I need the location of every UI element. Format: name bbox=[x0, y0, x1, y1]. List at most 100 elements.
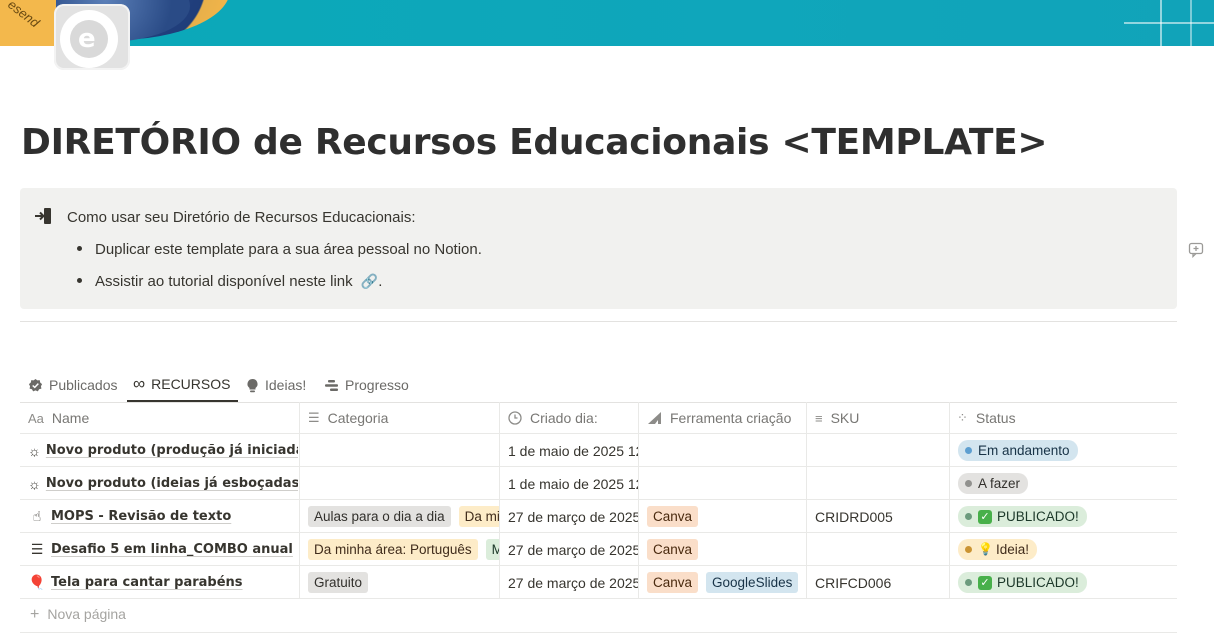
row-title[interactable]: MOPS - Revisão de texto bbox=[51, 509, 231, 524]
status-badge: 💡 Ideia! bbox=[958, 539, 1037, 560]
infinity-icon: ∞ bbox=[133, 374, 146, 393]
column-label: Ferramenta criação bbox=[670, 410, 792, 426]
link-icon[interactable]: 🔗 bbox=[361, 273, 378, 289]
row-title[interactable]: Novo produto (ideias já esboçadas) bbox=[46, 476, 298, 491]
cover-grid-line bbox=[1160, 0, 1162, 46]
status-icon: ⁘ bbox=[957, 410, 968, 425]
column-separator bbox=[638, 402, 639, 599]
table-cell-status[interactable]: ✓ PUBLICADO! bbox=[958, 566, 1173, 599]
table-row-name[interactable]: ☝ MOPS - Revisão de texto bbox=[28, 500, 298, 533]
table-cell-ferramenta[interactable]: Canva bbox=[647, 533, 806, 566]
bullet-dot bbox=[77, 277, 82, 283]
table-cell-categoria[interactable]: Aulas para o dia a dia Da minha área: Po… bbox=[308, 500, 499, 533]
sku-value: CRIDRD005 bbox=[815, 508, 893, 525]
category-tag: Gratuito bbox=[308, 572, 369, 593]
status-badge: A fazer bbox=[958, 473, 1029, 494]
tab-ideias[interactable]: Ideias! bbox=[246, 368, 306, 402]
bullet-text: Assistir ao tutorial disponível neste li… bbox=[95, 273, 353, 290]
table-cell-criado[interactable]: 1 de maio de 2025 12 bbox=[508, 467, 638, 500]
table-bottom-border bbox=[20, 632, 1177, 633]
status-label: PUBLICADO! bbox=[997, 509, 1079, 524]
callout-block[interactable]: Como usar seu Diretório de Recursos Educ… bbox=[20, 188, 1177, 309]
check-mark-icon: ✓ bbox=[978, 575, 992, 590]
column-separator bbox=[499, 402, 500, 599]
column-label: Status bbox=[975, 410, 1016, 426]
tab-publicados[interactable]: Publicados bbox=[28, 368, 118, 402]
column-label: Categoria bbox=[327, 410, 389, 426]
table-cell-ferramenta[interactable]: Canva bbox=[647, 500, 806, 533]
row-title[interactable]: Desafio 5 em linha_COMBO anual bbox=[51, 542, 293, 557]
new-page-label: Nova página bbox=[47, 606, 126, 622]
page-cover[interactable]: esend bbox=[0, 0, 1214, 46]
column-header-status[interactable]: ⁘ Status bbox=[957, 402, 1016, 434]
status-dot bbox=[965, 480, 972, 487]
column-header-sku[interactable]: ≡ SKU bbox=[815, 402, 859, 434]
tool-tag: Canva bbox=[647, 539, 699, 560]
page-icon[interactable]: e bbox=[54, 4, 130, 70]
column-header-categoria[interactable]: ☰ Categoria bbox=[308, 402, 388, 434]
cover-grid-line bbox=[1190, 0, 1192, 46]
bullet-text: Duplicar este template para a sua área p… bbox=[95, 241, 482, 258]
menu-lines-icon: ☰ bbox=[30, 541, 44, 557]
date-value: 1 de maio de 2025 12 bbox=[508, 475, 638, 492]
status-dot bbox=[965, 513, 972, 520]
table-row-name[interactable]: 🎈 Tela para cantar parabéns bbox=[28, 566, 298, 599]
new-page-button[interactable]: + Nova página bbox=[30, 606, 126, 624]
column-label: Name bbox=[51, 410, 90, 426]
tool-tag: GoogleSlides bbox=[706, 572, 799, 593]
badge-check-icon bbox=[28, 378, 43, 391]
status-label: Ideia! bbox=[995, 542, 1029, 557]
comment-icon[interactable] bbox=[1188, 242, 1204, 258]
lightbulb-outline-icon: ☼ bbox=[28, 475, 41, 492]
tool-tag: Canva bbox=[647, 506, 699, 527]
table-cell-status[interactable]: ✓ PUBLICADO! bbox=[958, 500, 1173, 533]
date-value: 27 de março de 2025 bbox=[508, 574, 638, 591]
category-tag: Aulas para o dia a dia bbox=[308, 506, 451, 527]
table-row-name[interactable]: ☼ Novo produto (produção já iniciada) bbox=[28, 434, 298, 467]
column-header-criado[interactable]: Criado dia: bbox=[508, 402, 598, 434]
table-cell-categoria[interactable]: Gratuito bbox=[308, 566, 499, 599]
status-badge: ✓ PUBLICADO! bbox=[958, 572, 1087, 593]
page-title[interactable]: DIRETÓRIO de Recursos Educacionais <TEMP… bbox=[21, 122, 1048, 163]
list-icon: ☰ bbox=[308, 410, 320, 425]
table-cell-sku[interactable]: CRIDRD005 bbox=[815, 500, 949, 533]
table-row-name[interactable]: ☰ Desafio 5 em linha_COMBO anual bbox=[28, 533, 298, 566]
status-badge: Em andamento bbox=[958, 440, 1078, 461]
text-property-icon: Aa bbox=[28, 410, 44, 426]
callout-bullet: Duplicar este template para a sua área p… bbox=[77, 241, 482, 258]
category-tag: Da minha área: Português bbox=[458, 506, 499, 527]
table-cell-criado[interactable]: 27 de março de 2025 bbox=[508, 566, 638, 599]
column-header-name[interactable]: Aa Name bbox=[28, 402, 89, 434]
date-value: 27 de março de 2025 bbox=[508, 541, 638, 558]
status-label: PUBLICADO! bbox=[997, 575, 1079, 590]
status-label: Em andamento bbox=[978, 443, 1070, 458]
check-mark-icon: ✓ bbox=[978, 509, 992, 524]
sku-value: CRIFCD006 bbox=[815, 574, 892, 591]
status-label: A fazer bbox=[978, 476, 1021, 491]
table-cell-ferramenta[interactable]: Canva GoogleSlides bbox=[647, 566, 806, 599]
table-cell-categoria[interactable]: Da minha área: Português Matemática bbox=[308, 533, 499, 566]
table-cell-criado[interactable]: 27 de março de 2025 bbox=[508, 500, 638, 533]
table-cell-status[interactable]: 💡 Ideia! bbox=[958, 533, 1173, 566]
table-cell-criado[interactable]: 27 de março de 2025 bbox=[508, 533, 638, 566]
bullet-suffix: . bbox=[378, 273, 383, 290]
table-cell-criado[interactable]: 1 de maio de 2025 12 bbox=[508, 434, 638, 467]
lightbulb-outline-icon: ☼ bbox=[28, 442, 41, 459]
table-row-name[interactable]: ☼ Novo produto (ideias já esboçadas) bbox=[28, 467, 298, 500]
tab-recursos[interactable]: ∞ RECURSOS bbox=[127, 368, 239, 402]
date-value: 1 de maio de 2025 12 bbox=[508, 442, 638, 459]
table-cell-sku[interactable]: CRIFCD006 bbox=[815, 566, 949, 599]
callout-heading: Como usar seu Diretório de Recursos Educ… bbox=[67, 209, 416, 226]
plus-icon: + bbox=[30, 606, 40, 623]
tool-tag: Canva bbox=[647, 572, 699, 593]
column-separator bbox=[299, 402, 300, 599]
table-cell-status[interactable]: Em andamento bbox=[958, 434, 1173, 467]
lightbulb-icon bbox=[247, 378, 258, 392]
tab-progresso[interactable]: Progresso bbox=[324, 368, 409, 402]
table-cell-status[interactable]: A fazer bbox=[958, 467, 1173, 500]
column-header-ferramenta[interactable]: Ferramenta criação bbox=[647, 402, 791, 434]
row-title[interactable]: Novo produto (produção já iniciada) bbox=[46, 443, 298, 458]
hand-icon: ☝ bbox=[32, 508, 42, 524]
row-title[interactable]: Tela para cantar parabéns bbox=[51, 575, 243, 590]
tab-label: Publicados bbox=[49, 377, 118, 393]
